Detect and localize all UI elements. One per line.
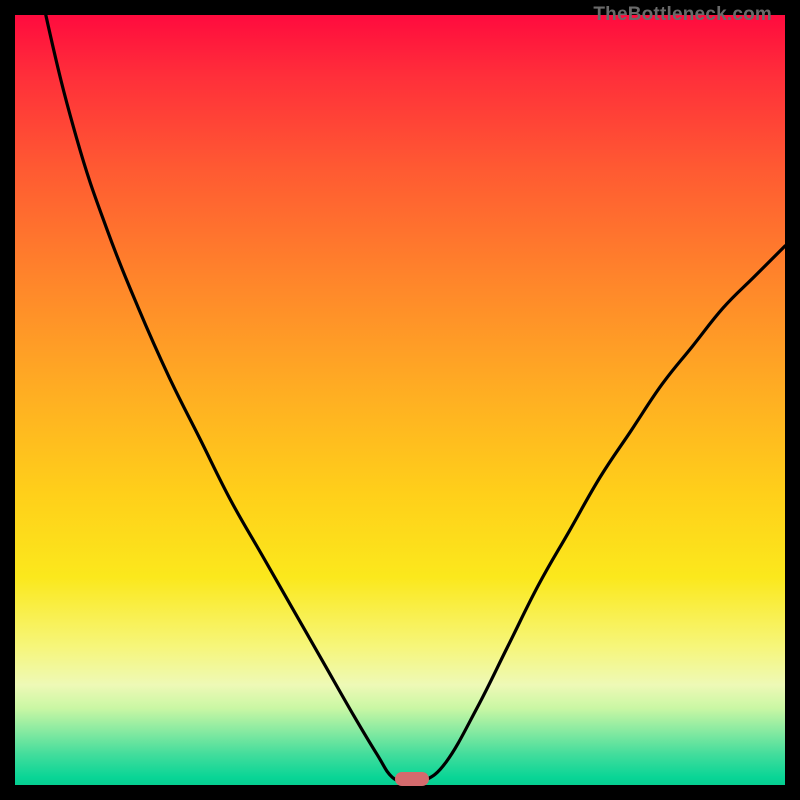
plot-background-gradient xyxy=(15,15,785,785)
chart-frame: TheBottleneck.com xyxy=(0,0,800,800)
optimum-marker xyxy=(395,772,429,786)
bottleneck-curve xyxy=(15,15,785,785)
curve-path xyxy=(15,0,785,783)
attribution-watermark: TheBottleneck.com xyxy=(593,4,772,26)
